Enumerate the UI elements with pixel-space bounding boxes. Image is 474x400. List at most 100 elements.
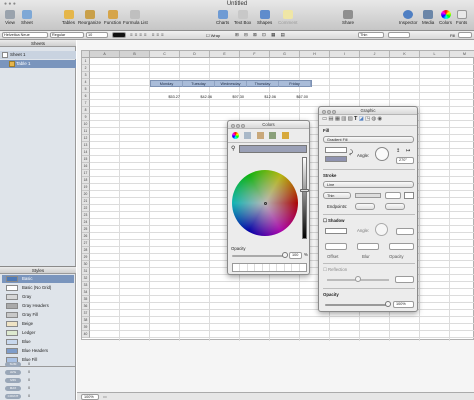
fill-type-select[interactable]: Gradient Fill <box>323 136 414 143</box>
angle-right-button[interactable]: ↦ <box>406 148 414 154</box>
swatch-slot[interactable] <box>300 264 306 271</box>
grid-corner[interactable] <box>82 51 90 58</box>
function-button[interactable]: Function <box>104 10 121 25</box>
swatch-slot[interactable] <box>240 264 248 271</box>
style-blue[interactable]: Blue <box>2 338 74 346</box>
inspector-button[interactable]: Inspector <box>399 10 418 25</box>
row-header[interactable]: 25 <box>82 226 90 233</box>
row-header[interactable]: 23 <box>82 212 90 219</box>
row-header[interactable]: 3 <box>82 72 90 79</box>
column-header[interactable]: C <box>150 51 180 58</box>
color-swatches-strip[interactable] <box>232 263 307 272</box>
sheet-button[interactable]: Sheet <box>21 10 33 25</box>
stroke-weight-select[interactable]: Thin <box>323 192 351 199</box>
wrap-checkbox[interactable]: ☐ Wrap <box>206 33 220 38</box>
reflection-slider-thumb[interactable] <box>355 276 361 282</box>
table-header-row[interactable]: Monday Tuesday Wednesday Thursday Friday <box>150 80 312 87</box>
fill-color-well[interactable] <box>458 32 472 38</box>
table-cell[interactable]: $97.30 <box>215 94 246 100</box>
table-cell[interactable]: $42.06 <box>183 94 214 100</box>
column-header[interactable]: K <box>390 51 420 58</box>
row-header[interactable]: 19 <box>82 184 90 191</box>
row-header[interactable]: 5 <box>82 86 90 93</box>
swap-colors-icon[interactable]: ⤸ <box>349 150 353 157</box>
zoom-select[interactable]: 100% <box>81 394 99 400</box>
swatch-slot[interactable] <box>292 264 300 271</box>
row-header[interactable]: 31 <box>82 268 90 275</box>
row-header[interactable]: 16 <box>82 163 90 170</box>
row-header[interactable]: 8 <box>82 107 90 114</box>
row-header[interactable]: 1 <box>82 58 90 65</box>
column-header[interactable]: B <box>120 51 150 58</box>
charts-button[interactable]: Charts <box>216 10 229 25</box>
swatch-slot[interactable] <box>285 264 293 271</box>
column-header[interactable]: L <box>420 51 450 58</box>
column-header[interactable]: D <box>180 51 210 58</box>
tables-button[interactable]: Tables <box>62 10 75 25</box>
color-mode-tabs[interactable] <box>232 132 307 140</box>
column-header[interactable]: E <box>210 51 240 58</box>
start-endpoint-select[interactable] <box>355 203 375 210</box>
stroke-width-field[interactable] <box>385 192 401 199</box>
font-style-select[interactable]: Regular <box>50 32 84 38</box>
shadow-opacity-field[interactable] <box>389 243 414 250</box>
table-item[interactable]: Table 1 <box>0 60 76 68</box>
row-header[interactable]: 40 <box>82 331 90 338</box>
row-header[interactable]: 6 <box>82 93 90 100</box>
fonts-button[interactable]: Fonts <box>456 10 467 25</box>
column-header[interactable]: F <box>240 51 270 58</box>
column-header[interactable]: I <box>330 51 360 58</box>
column-header[interactable]: H <box>300 51 330 58</box>
row-header[interactable]: 17 <box>82 170 90 177</box>
gradient-start-color-well[interactable] <box>325 147 347 153</box>
reflection-field[interactable] <box>395 276 414 283</box>
row-header[interactable]: 10 <box>82 121 90 128</box>
table-header-cell[interactable]: Wednesday <box>215 81 247 87</box>
row-header[interactable]: 24 <box>82 219 90 226</box>
stroke-line-preview[interactable] <box>355 193 381 198</box>
style-beige[interactable]: Beige <box>2 320 74 328</box>
color-wheel-tab-icon[interactable] <box>232 132 239 139</box>
quicktime-tab-icon[interactable]: ◉ <box>377 116 383 122</box>
swatch-slot[interactable] <box>270 264 278 271</box>
row-header[interactable]: 9 <box>82 114 90 121</box>
sheet-item[interactable]: Sheet 1 <box>0 51 76 59</box>
row-header[interactable]: 21 <box>82 198 90 205</box>
opacity-slider-thumb[interactable] <box>282 252 288 258</box>
panel-window-buttons[interactable] <box>231 123 246 131</box>
column-header[interactable]: G <box>270 51 300 58</box>
column-header[interactable]: J <box>360 51 390 58</box>
font-size-field[interactable]: 10 <box>86 32 108 38</box>
brightness-slider[interactable] <box>302 157 307 239</box>
row-header[interactable]: 34 <box>82 289 90 296</box>
style-ledger[interactable]: Ledger <box>2 329 74 337</box>
column-header[interactable]: A <box>90 51 120 58</box>
end-endpoint-select[interactable] <box>385 203 405 210</box>
shadow-checkbox[interactable]: ☐ Shadow <box>323 218 345 224</box>
color-wheel-cursor[interactable] <box>264 202 267 205</box>
row-header[interactable]: 39 <box>82 324 90 331</box>
row-header[interactable]: 35 <box>82 296 90 303</box>
gradient-end-color-well[interactable] <box>325 156 347 162</box>
row-header[interactable]: 26 <box>82 233 90 240</box>
color-palettes-tab-icon[interactable] <box>256 132 264 139</box>
row-header[interactable]: 11 <box>82 128 90 135</box>
shadow-angle-wheel[interactable] <box>375 223 388 236</box>
style-basic[interactable]: Basic <box>2 275 74 283</box>
row-header[interactable]: 37 <box>82 310 90 317</box>
table-cell[interactable]: $53.27 <box>151 94 182 100</box>
row-header[interactable]: 2 <box>82 65 90 72</box>
shadow-angle-field[interactable] <box>396 228 414 235</box>
brightness-slider-thumb[interactable] <box>300 189 309 192</box>
column-header[interactable]: M <box>450 51 474 58</box>
row-header[interactable]: 14 <box>82 149 90 156</box>
shadow-offset-field[interactable] <box>325 243 347 250</box>
row-header[interactable]: 32 <box>82 275 90 282</box>
row-header[interactable]: 12 <box>82 135 90 142</box>
crayons-tab-icon[interactable] <box>281 132 289 139</box>
object-opacity-slider[interactable] <box>325 304 389 306</box>
image-palettes-tab-icon[interactable] <box>269 132 277 139</box>
text-box-button[interactable]: Text Box <box>234 10 251 25</box>
table-cell[interactable]: $12.06 <box>247 94 278 100</box>
row-header[interactable]: 28 <box>82 247 90 254</box>
